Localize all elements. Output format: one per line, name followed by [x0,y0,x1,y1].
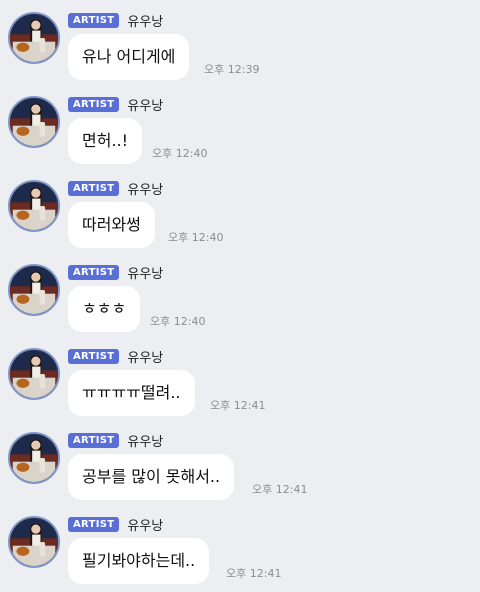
profile-photo-icon [10,350,58,398]
sender-name: 유우낭 [127,350,164,366]
artist-badge: ARTIST [68,264,120,280]
sender-name: 유우낭 [127,266,164,282]
artist-badge: ARTIST [68,180,120,196]
profile-photo-icon [10,182,58,230]
profile-photo-icon [10,518,58,566]
message-time: 오후 12:41 [252,483,308,496]
message-time: 오후 12:40 [152,147,208,160]
profile-photo-icon [10,98,58,146]
avatar[interactable] [8,264,60,316]
message-row: ARTIST 유우낭 ㅠㅠㅠㅠ떨려.. 오후 12:41 [0,336,480,420]
artist-badge: ARTIST [68,348,120,364]
avatar[interactable] [8,432,60,484]
profile-photo-icon [10,434,58,482]
message-bubble[interactable]: 유나 어디게에 [68,34,190,80]
message-bubble[interactable]: ㅎㅎㅎ [68,286,141,332]
message-row: ARTIST 유우낭 유나 어디게에 오후 12:39 [0,0,480,84]
artist-badge: ARTIST [68,96,120,112]
avatar[interactable] [8,348,60,400]
artist-badge: ARTIST [68,516,120,532]
sender-name: 유우낭 [127,98,164,114]
avatar[interactable] [8,96,60,148]
avatar[interactable] [8,180,60,232]
message-row: ARTIST 유우낭 공부를 많이 못해서.. 오후 12:41 [0,420,480,504]
artist-badge: ARTIST [68,12,120,28]
message-row: ARTIST 유우낭 면허..! 오후 12:40 [0,84,480,168]
avatar[interactable] [8,12,60,64]
message-bubble[interactable]: 따러와썽 [68,202,155,248]
profile-photo-icon [10,266,58,314]
sender-name: 유우낭 [127,518,164,534]
message-bubble[interactable]: ㅠㅠㅠㅠ떨려.. [68,370,195,416]
message-time: 오후 12:41 [226,567,282,580]
message-time: 오후 12:40 [150,315,206,328]
chat-thread: ARTIST 유우낭 유나 어디게에 오후 12:39 ARTIST 유우낭 면… [0,0,480,592]
artist-badge: ARTIST [68,432,120,448]
message-row: ARTIST 유우낭 ㅎㅎㅎ 오후 12:40 [0,252,480,336]
message-time: 오후 12:41 [210,399,266,412]
message-time: 오후 12:39 [204,63,260,76]
message-row: ARTIST 유우낭 따러와썽 오후 12:40 [0,168,480,252]
message-bubble[interactable]: 면허..! [68,118,143,164]
sender-name: 유우낭 [127,182,164,198]
message-bubble[interactable]: 공부를 많이 못해서.. [68,454,235,500]
sender-name: 유우낭 [127,434,164,450]
profile-photo-icon [10,14,58,62]
avatar[interactable] [8,516,60,568]
message-bubble[interactable]: 필기봐야하는데.. [68,538,210,584]
message-row: ARTIST 유우낭 필기봐야하는데.. 오후 12:41 [0,504,480,588]
message-time: 오후 12:40 [168,231,224,244]
sender-name: 유우낭 [127,14,164,30]
